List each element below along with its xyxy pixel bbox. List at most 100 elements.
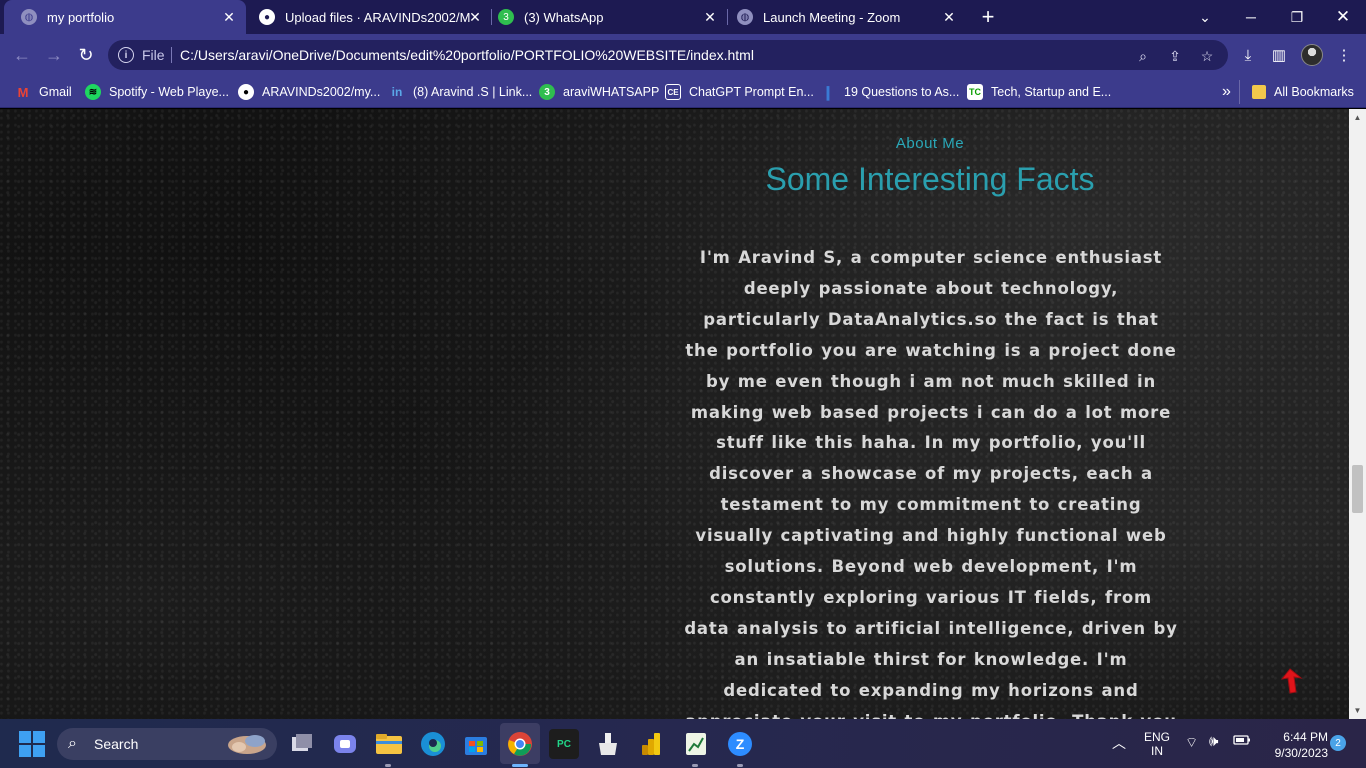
reload-icon[interactable]: ↻ bbox=[73, 42, 99, 68]
bookmark-techcrunch[interactable]: TC Tech, Startup and E... bbox=[967, 82, 1111, 102]
globe-icon: ◍ bbox=[21, 9, 37, 25]
spotify-icon: ≋ bbox=[85, 84, 101, 100]
address-divider bbox=[171, 47, 172, 63]
scroll-down-arrow-icon[interactable]: ▼ bbox=[1349, 702, 1366, 719]
tab-strip: ◍ my portfolio ✕ ● Upload files · ARAVIN… bbox=[0, 0, 1366, 34]
volume-icon[interactable]: 🕪 bbox=[1209, 733, 1218, 750]
microsoft-store-icon[interactable] bbox=[461, 729, 491, 759]
bookmark-label: 19 Questions to As... bbox=[844, 85, 960, 99]
restore-icon[interactable]: ❐ bbox=[1274, 0, 1320, 34]
close-tab-icon[interactable]: ✕ bbox=[220, 8, 238, 26]
folder-icon bbox=[1252, 85, 1266, 99]
gmail-icon: M bbox=[17, 84, 29, 100]
tab-title: my portfolio bbox=[47, 9, 115, 25]
teams-chat-icon[interactable] bbox=[330, 729, 360, 759]
close-window-icon[interactable]: ✕ bbox=[1320, 0, 1366, 34]
whatsapp-icon: 3 bbox=[539, 84, 555, 100]
bookmark-whatsapp[interactable]: 3 araviWHATSAPP bbox=[539, 82, 659, 102]
page-scrollbar[interactable]: ▲ ▼ bbox=[1349, 109, 1366, 719]
bookmark-label: Spotify - Web Playe... bbox=[109, 85, 229, 99]
globe-icon: ◍ bbox=[737, 9, 753, 25]
address-bar[interactable]: i File C:/Users/aravi/OneDrive/Documents… bbox=[108, 40, 1228, 70]
notification-badge[interactable]: 2 bbox=[1330, 735, 1346, 751]
forward-arrow-icon[interactable]: → bbox=[41, 42, 67, 68]
about-paragraph: I'm Aravind S, a computer science enthus… bbox=[684, 248, 1178, 719]
bookmarks-overflow-button[interactable]: » bbox=[1222, 82, 1231, 102]
bookmark-label: Gmail bbox=[39, 85, 72, 99]
chrome-icon[interactable] bbox=[505, 729, 535, 759]
profile-avatar[interactable] bbox=[1301, 44, 1323, 66]
address-scheme: File bbox=[142, 47, 165, 63]
language-indicator[interactable]: ENG IN bbox=[1144, 730, 1170, 758]
address-url[interactable]: C:/Users/aravi/OneDrive/Documents/edit%2… bbox=[180, 47, 754, 63]
tab-zoom[interactable]: ◍ Launch Meeting - Zoom ✕ bbox=[720, 0, 966, 34]
all-bookmarks-button[interactable]: All Bookmarks bbox=[1252, 82, 1354, 102]
bookmark-chatgpt[interactable]: CE ChatGPT Prompt En... bbox=[665, 82, 814, 102]
show-hidden-icons-icon[interactable]: ︿ bbox=[1112, 733, 1126, 753]
search-icon: ⌕ bbox=[68, 735, 77, 752]
menu-kebab-icon[interactable]: ⋮ bbox=[1333, 44, 1355, 66]
tab-search-chevron-icon[interactable]: ⌄ bbox=[1182, 0, 1228, 34]
download-icon[interactable]: ⤓ bbox=[1237, 44, 1259, 66]
lang-primary: ENG bbox=[1144, 730, 1171, 744]
running-indicator bbox=[385, 764, 391, 767]
whatsapp-icon: 3 bbox=[498, 9, 514, 25]
bookmark-linkedin[interactable]: in (8) Aravind .S | Link... bbox=[389, 82, 533, 102]
zoom-icon[interactable]: Z bbox=[725, 729, 755, 759]
bookmark-label: ARAVINDs2002/my... bbox=[262, 85, 381, 99]
pycharm-icon[interactable]: PC bbox=[549, 729, 579, 759]
section-label: About Me bbox=[895, 135, 965, 152]
bookmarks-divider bbox=[1239, 80, 1240, 104]
taskbar-search[interactable]: ⌕ Search bbox=[57, 728, 277, 760]
file-explorer-icon[interactable] bbox=[374, 729, 404, 759]
bookmark-19-questions[interactable]: ❙ 19 Questions to As... bbox=[820, 82, 959, 102]
linkedin-icon: in bbox=[391, 85, 403, 99]
search-label: Search bbox=[94, 736, 139, 752]
task-view-icon[interactable] bbox=[287, 729, 317, 759]
scroll-up-arrow-icon[interactable]: ▲ bbox=[1349, 109, 1366, 126]
tab-my-portfolio[interactable]: ◍ my portfolio ✕ bbox=[4, 0, 246, 34]
bookmark-github[interactable]: ● ARAVINDs2002/my... bbox=[238, 82, 380, 102]
wifi-icon[interactable]: ⌔ bbox=[1185, 734, 1198, 752]
minimize-icon[interactable]: ─ bbox=[1228, 0, 1274, 34]
new-tab-button[interactable]: + bbox=[976, 4, 1000, 29]
charts-app-icon[interactable] bbox=[681, 729, 711, 759]
close-tab-icon[interactable]: ✕ bbox=[940, 8, 958, 26]
info-icon[interactable]: i bbox=[118, 47, 134, 63]
bookmark-label: Tech, Startup and E... bbox=[991, 85, 1112, 99]
edge-browser-icon[interactable] bbox=[418, 729, 448, 759]
tab-upload-files[interactable]: ● Upload files · ARAVINDs2002/M ✕ bbox=[242, 0, 492, 34]
github-icon: ● bbox=[238, 84, 254, 100]
windows-taskbar: ⌕ Search PC Z ︿ ENG IN ⌔ 🕪 6:44 PM 9/30/… bbox=[0, 719, 1366, 768]
bookmark-label: araviWHATSAPP bbox=[563, 85, 660, 99]
clock-date: 9/30/2023 bbox=[1274, 746, 1328, 760]
side-panel-icon[interactable]: ▥ bbox=[1268, 44, 1290, 66]
search-highlight-icon bbox=[228, 735, 266, 754]
bookmarks-bar: M Gmail ≋ Spotify - Web Playe... ● ARAVI… bbox=[0, 76, 1366, 108]
close-tab-icon[interactable]: ✕ bbox=[701, 8, 719, 26]
bookmark-label: (8) Aravind .S | Link... bbox=[413, 85, 533, 99]
scrollbar-thumb[interactable] bbox=[1352, 465, 1363, 513]
tab-title: (3) WhatsApp bbox=[524, 9, 604, 25]
battery-icon[interactable] bbox=[1233, 733, 1251, 750]
back-arrow-icon[interactable]: ← bbox=[9, 42, 35, 68]
cleanup-tool-icon[interactable] bbox=[593, 729, 623, 759]
active-indicator bbox=[512, 764, 528, 767]
lang-secondary: IN bbox=[1151, 744, 1163, 758]
bookmark-gmail[interactable]: M Gmail bbox=[15, 82, 72, 102]
tab-title: Upload files · ARAVINDs2002/M bbox=[285, 9, 471, 25]
browser-toolbar: ← → ↻ i File C:/Users/aravi/OneDrive/Doc… bbox=[0, 34, 1366, 76]
clock-time: 6:44 PM bbox=[1283, 730, 1328, 744]
power-bi-icon[interactable] bbox=[637, 729, 667, 759]
zoom-magnifier-icon[interactable]: ⌕ bbox=[1134, 47, 1152, 65]
running-indicator bbox=[692, 764, 698, 767]
tab-whatsapp[interactable]: 3 (3) WhatsApp ✕ bbox=[481, 0, 727, 34]
bookmark-star-icon[interactable]: ☆ bbox=[1198, 47, 1216, 65]
clock[interactable]: 6:44 PM 9/30/2023 bbox=[1262, 730, 1328, 760]
running-indicator bbox=[737, 764, 743, 767]
bookmark-label: ChatGPT Prompt En... bbox=[689, 85, 814, 99]
bookmark-spotify[interactable]: ≋ Spotify - Web Playe... bbox=[85, 82, 229, 102]
share-icon[interactable]: ⇪ bbox=[1166, 47, 1184, 65]
arrow-up-icon[interactable] bbox=[1281, 667, 1303, 695]
windows-start-icon[interactable] bbox=[19, 731, 45, 757]
